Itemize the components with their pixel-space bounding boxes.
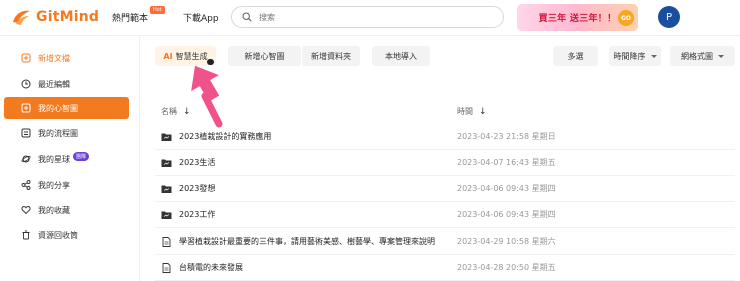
- row-time: 2023-04-06 09:43 星期四: [457, 184, 556, 193]
- ai-icon: AI: [163, 51, 173, 61]
- sidebar-item-label: 新增文檔: [38, 53, 70, 63]
- nav-templates[interactable]: 熱門範本: [112, 11, 148, 24]
- document-icon: [162, 237, 171, 247]
- sidebar-item-label: 我的流程圖: [38, 128, 78, 138]
- sort-label: 時間降序: [613, 51, 646, 61]
- chevron-down-icon: [718, 54, 724, 58]
- sidebar-item-label: 資源回收筒: [38, 230, 78, 240]
- clock-icon: [21, 79, 31, 89]
- promo-text: 買三年 送三年！！: [538, 14, 617, 24]
- row-time: 2023-04-07 16:43 星期五: [457, 158, 556, 167]
- sidebar-item-my-flowcharts[interactable]: 我的流程圖: [4, 122, 129, 144]
- document-icon: [162, 263, 171, 273]
- sidebar-item-label: 我的收藏: [38, 205, 70, 215]
- new-mindmap-button[interactable]: 新增心智圖: [228, 46, 301, 66]
- sort-down-icon: ↓: [479, 106, 487, 117]
- sidebar: 新增文檔 最近編輯 我的心智圖 我的流程圖 我的星球 團隊 我的分享 我的收藏 …: [0, 36, 140, 281]
- pointer-arrow-icon: [191, 65, 223, 128]
- logo[interactable]: GitMind: [10, 8, 99, 26]
- row-time: 2023-04-06 09:43 星期四: [457, 210, 556, 219]
- view-label: 網格式圖: [681, 51, 713, 61]
- row-name: 2023生活: [179, 158, 216, 167]
- new-folder-button[interactable]: 新增資料夾: [302, 46, 360, 66]
- add-doc-icon: [21, 53, 31, 63]
- row-name: 2023植栽設計的實務應用: [179, 132, 272, 141]
- table-row[interactable]: 2023工作 2023-04-06 09:43 星期四: [155, 202, 735, 228]
- column-header-time[interactable]: 時間 ↓: [457, 106, 487, 117]
- sort-dropdown[interactable]: 時間降序: [609, 46, 661, 66]
- multi-select-button[interactable]: 多選: [553, 46, 598, 66]
- search-input[interactable]: [259, 12, 489, 22]
- row-name: 2023工作: [179, 210, 216, 219]
- planet-icon: [21, 155, 31, 163]
- sidebar-item-recent[interactable]: 最近編輯: [4, 73, 129, 95]
- sidebar-item-label: 最近編輯: [38, 79, 70, 89]
- table-row[interactable]: 2023發想 2023-04-06 09:43 星期四: [155, 176, 735, 202]
- table-row[interactable]: 台積電的未來發展 2023-04-28 20:50 星期五: [155, 255, 735, 281]
- trash-icon: [22, 230, 30, 240]
- row-name: 2023發想: [179, 184, 216, 193]
- nav-download-app[interactable]: 下載App: [183, 11, 219, 24]
- view-dropdown[interactable]: 網格式圖: [670, 46, 735, 66]
- row-time: 2023-04-28 20:50 星期五: [457, 263, 556, 272]
- column-name-label: 名稱: [161, 107, 177, 116]
- avatar[interactable]: P: [658, 6, 680, 28]
- search-box[interactable]: [231, 6, 504, 28]
- sidebar-item-trash[interactable]: 資源回收筒: [4, 224, 129, 246]
- folder-icon: [161, 185, 172, 193]
- column-time-label: 時間: [457, 107, 473, 116]
- sidebar-item-label: 我的分享: [38, 180, 70, 190]
- flowchart-icon: [21, 128, 31, 138]
- folder-icon: [161, 211, 172, 219]
- table-row[interactable]: 學習植栽設計最重要的三件事，請用藝術美感、樹藝學、專案管理來說明 2023-04…: [155, 229, 735, 255]
- sidebar-item-my-mindmaps[interactable]: 我的心智圖: [4, 97, 129, 119]
- mindmap-icon: [21, 103, 31, 113]
- row-time: 2023-04-23 21:58 星期日: [457, 132, 556, 141]
- row-name: 學習植栽設計最重要的三件事，請用藝術美感、樹藝學、專案管理來說明: [179, 237, 435, 246]
- team-badge: 團隊: [73, 151, 90, 161]
- folder-icon: [161, 159, 172, 167]
- hot-badge: Hot: [150, 6, 165, 14]
- folder-icon: [161, 133, 172, 141]
- sidebar-item-new-doc[interactable]: 新增文檔: [4, 47, 129, 69]
- local-import-button[interactable]: 本地導入: [372, 46, 430, 66]
- search-icon: [242, 12, 252, 22]
- heart-icon: [21, 206, 31, 215]
- row-name: 台積電的未來發展: [179, 263, 243, 272]
- gitmind-logo-icon: [13, 10, 30, 25]
- row-time: 2023-04-29 10:58 星期六: [457, 237, 556, 246]
- sidebar-item-my-planet[interactable]: 我的星球 團隊: [4, 148, 129, 170]
- sidebar-item-label: 我的心智圖: [38, 103, 78, 113]
- sort-down-icon: ↓: [183, 106, 191, 117]
- column-header-name[interactable]: 名稱 ↓: [161, 106, 191, 117]
- sidebar-item-my-shares[interactable]: 我的分享: [4, 174, 129, 196]
- top-bar: GitMind 熱門範本 Hot 下載App 買三年 送三年！！ GO P: [0, 0, 740, 36]
- table-row[interactable]: 2023植栽設計的實務應用 2023-04-23 21:58 星期日: [155, 124, 735, 150]
- promo-banner[interactable]: 買三年 送三年！！ GO: [517, 4, 638, 31]
- sidebar-item-label: 我的星球: [38, 154, 70, 164]
- sidebar-item-my-favorites[interactable]: 我的收藏: [4, 199, 129, 221]
- chevron-down-icon: [650, 54, 657, 58]
- share-icon: [21, 180, 31, 190]
- app-name: GitMind: [36, 9, 100, 25]
- table-row[interactable]: 2023生活 2023-04-07 16:43 星期五: [155, 150, 735, 176]
- promo-go-button[interactable]: GO: [618, 10, 634, 26]
